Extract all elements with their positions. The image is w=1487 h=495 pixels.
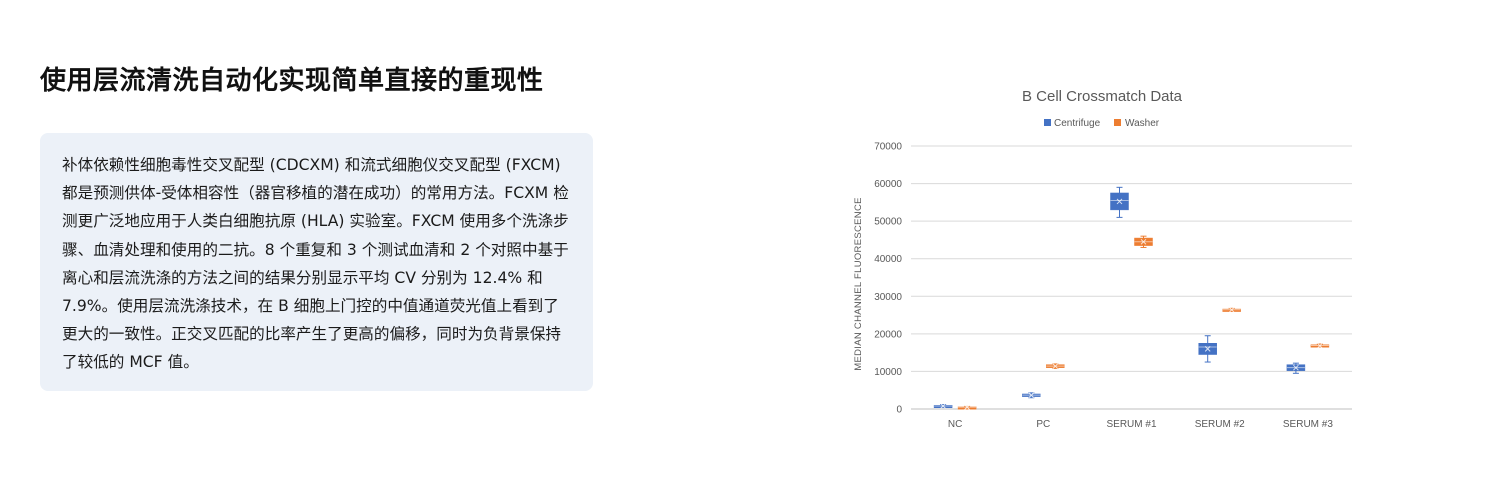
- legend-label-washer: Washer: [1125, 118, 1160, 129]
- y-tick-label: 20000: [874, 329, 902, 340]
- chart-svg: B Cell Crossmatch Data Centrifuge Washer…: [853, 88, 1352, 430]
- y-tick-labels: 0 10000 20000 30000 40000 50000 60000 70000: [874, 142, 902, 416]
- y-tick-label: 0: [896, 405, 902, 416]
- y-axis-label: MEDIAN CHANNEL FLUORESCENCE: [853, 197, 864, 371]
- x-tick-label: SERUM #2: [1195, 419, 1245, 430]
- box-washer-3: [1222, 306, 1241, 313]
- legend-label-centrifuge: Centrifuge: [1054, 118, 1101, 129]
- y-tick-label: 30000: [874, 292, 902, 303]
- y-tick-label: 60000: [874, 179, 902, 190]
- x-tick-label: SERUM #1: [1106, 419, 1156, 430]
- y-tick-label: 70000: [874, 142, 902, 153]
- x-tick-label: PC: [1036, 419, 1050, 430]
- y-tick-label: 10000: [874, 367, 902, 378]
- x-tick-label: NC: [948, 419, 962, 430]
- box-centrifuge-1: [1022, 392, 1041, 399]
- x-tick-labels: NC PC SERUM #1 SERUM #2 SERUM #3: [948, 419, 1333, 430]
- box-centrifuge-2: [1110, 186, 1129, 218]
- description-panel: 补体依赖性细胞毒性交叉配型 (CDCXM) 和流式细胞仪交叉配型 (FXCM) …: [40, 133, 593, 391]
- y-tick-label: 40000: [874, 254, 902, 265]
- box-centrifuge-3: [1198, 335, 1217, 363]
- legend: Centrifuge Washer: [1044, 118, 1160, 129]
- x-tick-label: SERUM #3: [1283, 419, 1333, 430]
- chart-title: B Cell Crossmatch Data: [1022, 88, 1183, 105]
- description-text: 补体依赖性细胞毒性交叉配型 (CDCXM) 和流式细胞仪交叉配型 (FXCM) …: [62, 156, 569, 372]
- box-washer-0: [957, 404, 977, 410]
- y-tick-label: 50000: [874, 217, 902, 228]
- box-washer-2: [1134, 235, 1153, 248]
- legend-swatch-washer: [1114, 119, 1121, 126]
- crossmatch-chart: B Cell Crossmatch Data Centrifuge Washer…: [845, 78, 1365, 438]
- box-centrifuge-0: [933, 403, 953, 409]
- section-heading: 使用层流清洗自动化实现简单直接的重现性: [40, 66, 544, 96]
- gridlines: [911, 145, 1352, 410]
- box-washer-4: [1310, 342, 1330, 349]
- box-washer-1: [1046, 363, 1065, 370]
- legend-swatch-centrifuge: [1044, 119, 1051, 126]
